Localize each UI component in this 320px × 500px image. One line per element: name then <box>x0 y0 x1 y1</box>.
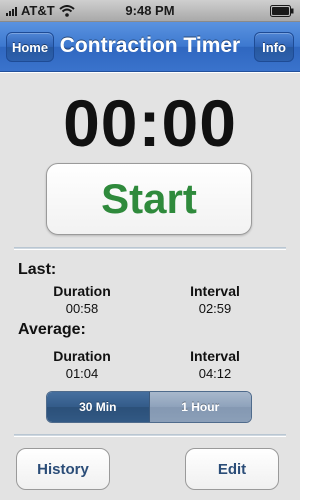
average-interval-label: Interval <box>190 348 240 364</box>
main-content: 00:00 Start Last: Duration 00:58 Interva… <box>0 73 300 500</box>
wifi-icon <box>59 4 75 17</box>
divider <box>14 247 286 250</box>
average-section-label: Average: <box>18 321 86 338</box>
history-button[interactable]: History <box>16 448 110 490</box>
segment-30-min[interactable]: 30 Min <box>47 392 150 422</box>
divider <box>14 434 286 437</box>
timer-display: 00:00 <box>63 86 237 160</box>
last-duration-label: Duration <box>53 283 111 299</box>
average-interval-value: 04:12 <box>198 366 232 381</box>
carrier-name: AT&T <box>21 3 55 18</box>
last-section-label: Last: <box>18 261 57 278</box>
last-interval-value: 02:59 <box>198 301 232 316</box>
time-range-selector: 30 Min 1 Hour <box>46 391 252 423</box>
status-left: AT&T <box>6 3 75 18</box>
average-duration-label: Duration <box>53 348 111 364</box>
segment-1-hour[interactable]: 1 Hour <box>149 392 251 422</box>
start-button[interactable]: Start <box>46 163 252 235</box>
last-interval-label: Interval <box>190 283 240 299</box>
last-duration-value: 00:58 <box>65 301 99 316</box>
battery-icon <box>270 4 294 17</box>
average-duration-value: 01:04 <box>65 366 99 381</box>
edit-button[interactable]: Edit <box>185 448 279 490</box>
info-button[interactable]: Info <box>254 32 294 62</box>
navigation-bar: Home Contraction Timer Info <box>0 22 300 72</box>
signal-strength-icon <box>6 6 17 16</box>
status-bar: AT&T 9:48 PM <box>0 0 300 22</box>
